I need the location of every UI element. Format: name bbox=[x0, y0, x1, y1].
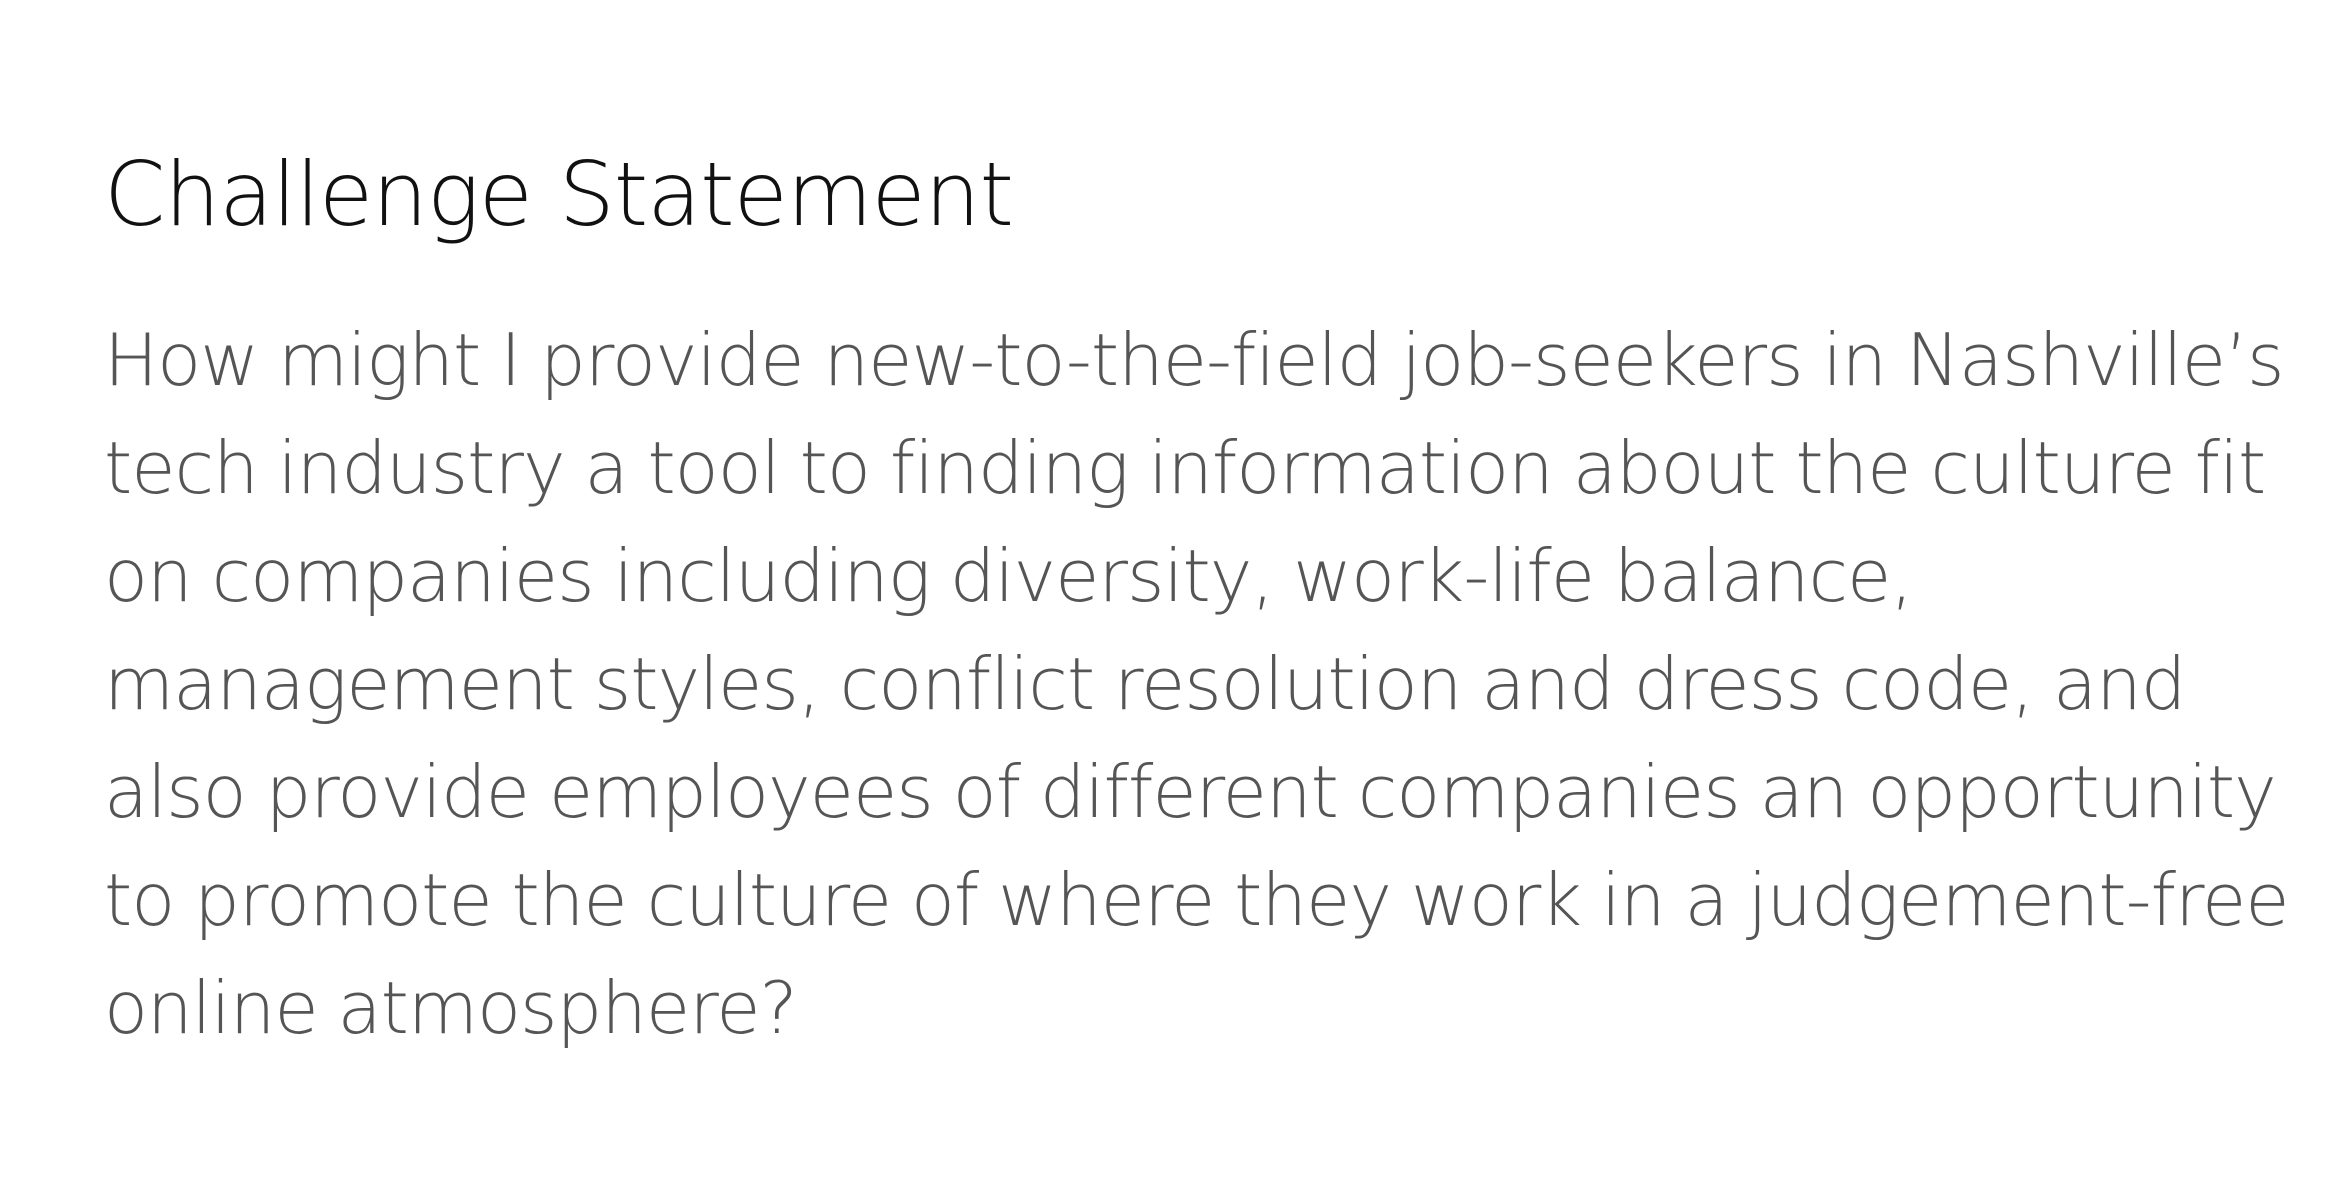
challenge-statement-heading: Challenge Statement bbox=[104, 143, 1014, 246]
challenge-statement-section: Challenge Statement How might I provide … bbox=[104, 138, 2334, 1062]
document-page: Challenge Statement How might I provide … bbox=[0, 0, 2346, 1187]
challenge-statement-text: How might I provide new-to-the-field job… bbox=[104, 318, 2290, 1050]
